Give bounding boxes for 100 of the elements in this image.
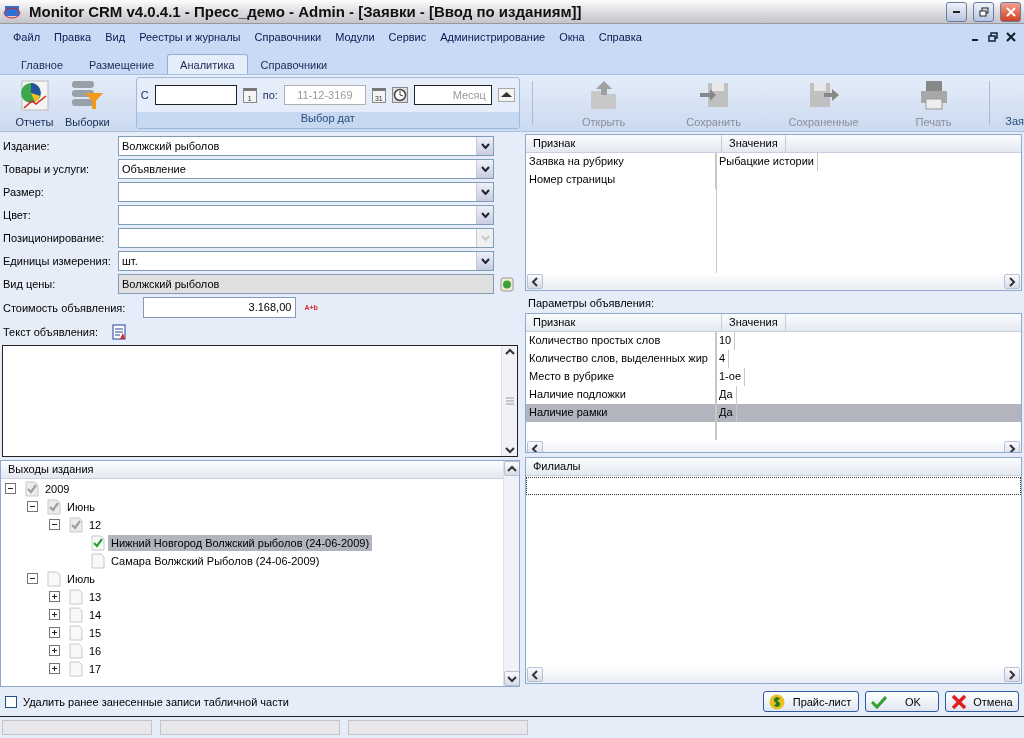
column-header[interactable]: Значения	[722, 314, 786, 331]
tree-checkbox[interactable]	[69, 607, 83, 623]
dropdown-field[interactable]: шт.	[118, 250, 494, 271]
tree-node[interactable]: 2009	[42, 481, 73, 497]
ribbon-button[interactable]: Выборки	[60, 77, 114, 129]
restore-icon	[988, 32, 998, 42]
focused-row[interactable]	[526, 477, 1021, 495]
tree-node[interactable]: 13	[86, 589, 105, 605]
dropdown-field[interactable]: Объявление	[118, 158, 494, 179]
grid-row[interactable]: Количество простых слов 10	[526, 332, 1021, 350]
tree-checkbox[interactable]	[69, 661, 83, 677]
arrow-right-icon	[1006, 668, 1018, 681]
table-cell: 10	[716, 332, 736, 350]
from-date-field[interactable]	[154, 85, 237, 105]
grid-row[interactable]: Место в рубрике 1-ое	[526, 368, 1021, 386]
notepad-icon	[112, 323, 126, 340]
collapse-toggle-icon[interactable]	[5, 483, 16, 494]
dialog-button[interactable]: Отмена	[945, 691, 1019, 712]
grid-row[interactable]: Заявка на рубрику Рыбацкие истории	[526, 153, 1021, 171]
restore-button[interactable]	[973, 1, 994, 22]
expand-toggle-icon[interactable]	[49, 663, 60, 674]
scroll-left-button[interactable]	[527, 441, 543, 452]
scroll-down-button[interactable]	[503, 671, 519, 686]
ribbon-tab[interactable]: Справочники	[247, 54, 341, 74]
menu-item[interactable]: Реестры и журналы	[134, 29, 250, 45]
tree-checkbox[interactable]	[69, 517, 83, 533]
close-button[interactable]	[1000, 1, 1021, 22]
scroll-up-button[interactable]	[503, 461, 519, 476]
menu-item[interactable]: Модули	[330, 29, 384, 45]
minimize-button[interactable]	[946, 1, 967, 22]
collapse-toggle-icon[interactable]	[49, 519, 60, 530]
ribbon-tab[interactable]: Главное	[8, 54, 77, 74]
tree-node[interactable]: Самара Волжский Рыболов (24-06-2009)	[108, 553, 323, 569]
tree-node[interactable]: Июль	[64, 571, 99, 587]
chevron-down-icon	[480, 142, 490, 149]
dropdown-field[interactable]	[118, 204, 494, 225]
menu-item[interactable]: Правка	[49, 29, 101, 45]
menu-item[interactable]: Окна	[554, 29, 594, 45]
tree-node[interactable]: 14	[86, 607, 105, 623]
cost-field[interactable]: 3.168,00	[143, 297, 297, 318]
field-label: Единицы измерения:	[3, 254, 112, 267]
field-label: Издание:	[3, 139, 51, 152]
checkbox[interactable]	[5, 695, 17, 708]
tree-node[interactable]: Нижний Новгород Волжский рыболов (24-06-2009)	[108, 535, 373, 551]
grid-row[interactable]: Номер страницы	[526, 171, 1021, 189]
menu-item[interactable]: Администрирование	[435, 29, 555, 45]
field-label: Стоимость объявления:	[3, 301, 126, 314]
field-label: Текст объявления:	[3, 325, 98, 338]
tree-checkbox[interactable]	[69, 643, 83, 659]
grid-row[interactable]: Наличие рамки Да	[526, 404, 1021, 422]
ad-text-area[interactable]	[2, 345, 518, 457]
table-cell: Количество слов, выделенных жир	[526, 350, 716, 368]
tree-checkbox[interactable]	[25, 481, 39, 497]
tree-node[interactable]: 16	[86, 643, 105, 659]
menu-item[interactable]: Файл	[8, 29, 50, 45]
tree-checkbox[interactable]	[47, 499, 61, 515]
column-header[interactable]: Значения	[722, 135, 786, 152]
tree-checkbox[interactable]	[47, 571, 61, 587]
ribbon-tab[interactable]: Аналитика	[167, 54, 248, 74]
scroll-thumb-icon	[505, 396, 514, 406]
dialog-button[interactable]: OK	[865, 691, 939, 712]
tree-checkbox[interactable]	[69, 625, 83, 641]
scroll-left-button[interactable]	[527, 667, 543, 682]
scroll-right-button[interactable]	[1004, 441, 1020, 452]
tree-checkbox[interactable]	[91, 553, 105, 569]
scroll-right-button[interactable]	[1004, 274, 1020, 289]
database-filter-icon	[69, 79, 106, 111]
grid-row[interactable]: Количество слов, выделенных жир 4	[526, 350, 1021, 368]
tree-node[interactable]: 17	[86, 661, 105, 677]
to-label: по:	[262, 89, 278, 101]
expand-toggle-icon[interactable]	[49, 645, 60, 656]
tree-checkbox[interactable]	[91, 535, 105, 551]
column-header[interactable]: Филиалы	[526, 458, 1021, 475]
menu-item[interactable]: Справка	[593, 29, 651, 45]
collapse-toggle-icon[interactable]	[27, 573, 38, 584]
dropdown-field[interactable]	[118, 181, 494, 202]
tree-node[interactable]: 12	[86, 517, 105, 533]
menu-item[interactable]: Сервис	[383, 29, 436, 45]
scroll-right-button[interactable]	[1004, 667, 1020, 682]
menu-item[interactable]: Справочники	[249, 29, 331, 45]
collapse-toggle-icon[interactable]	[27, 501, 38, 512]
column-header[interactable]: Выходы издания	[1, 461, 519, 478]
dropdown-field[interactable]: Волжский рыболов	[118, 135, 494, 156]
tree-checkbox[interactable]	[69, 589, 83, 605]
ribbon-tab[interactable]: Размещение	[76, 54, 168, 74]
scroll-left-button[interactable]	[527, 274, 543, 289]
expand-toggle-icon[interactable]	[49, 627, 60, 638]
expand-toggle-icon[interactable]	[49, 591, 60, 602]
menu-item[interactable]: Вид	[100, 29, 135, 45]
field-label: Товары и услуги:	[3, 162, 91, 175]
column-header[interactable]: Признак	[526, 314, 722, 331]
ribbon-button[interactable]: Отчеты	[8, 77, 61, 129]
dialog-button[interactable]: Прайс-лист	[763, 691, 859, 712]
readonly-field: Волжский рыболов	[118, 273, 494, 294]
expand-toggle-icon[interactable]	[49, 609, 60, 620]
ribbon-button[interactable]: Зая	[1005, 115, 1024, 129]
column-header[interactable]: Признак	[526, 135, 722, 152]
tree-node[interactable]: 15	[86, 625, 105, 641]
group-caption: Выбор дат	[136, 112, 519, 128]
tree-node[interactable]: Июнь	[64, 499, 98, 515]
